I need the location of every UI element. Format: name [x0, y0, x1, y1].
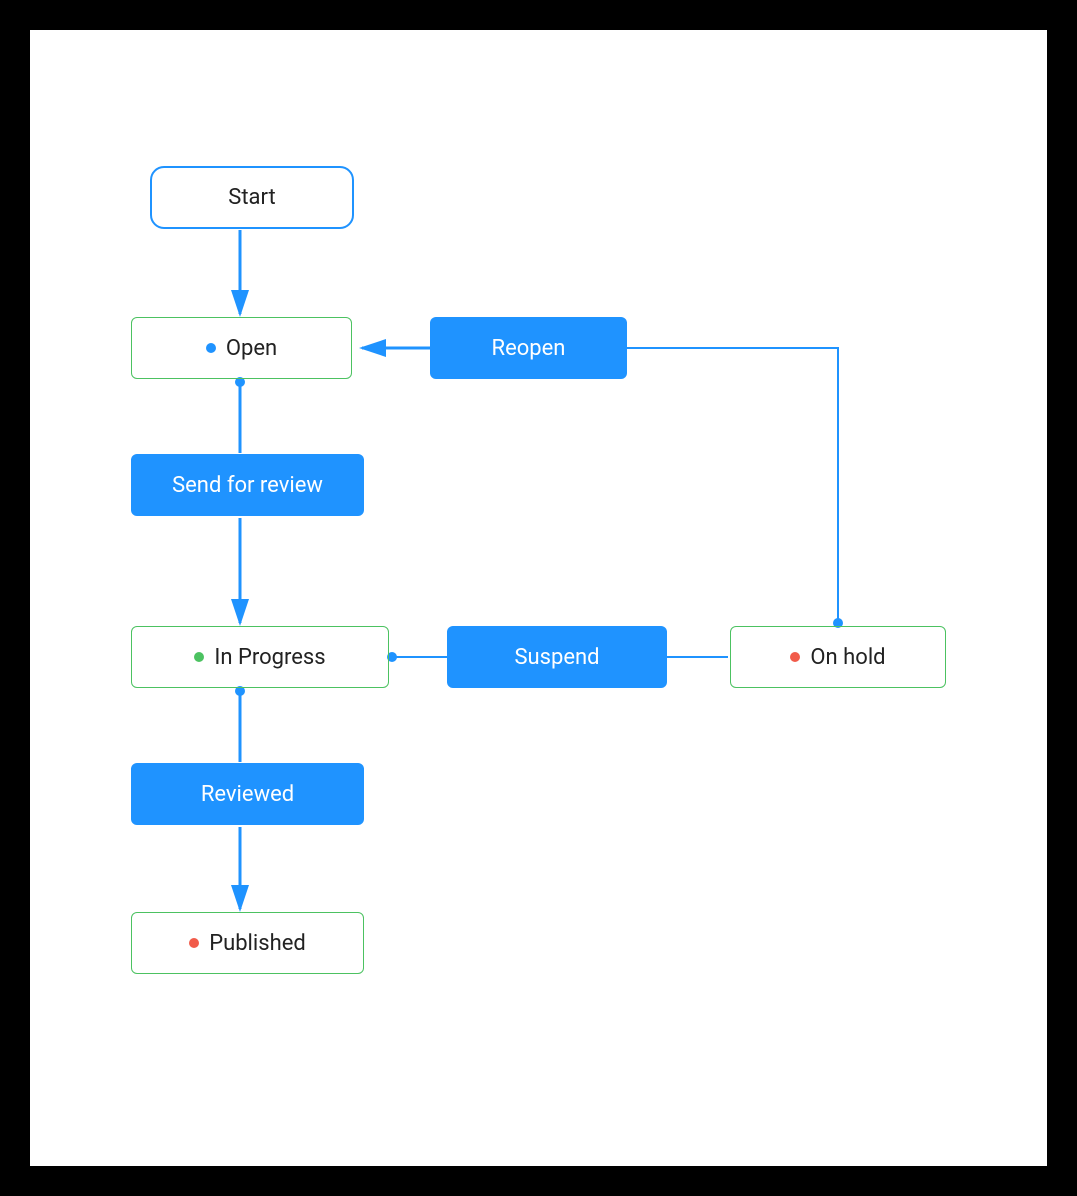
state-open: Open: [131, 317, 352, 379]
action-reopen[interactable]: Reopen: [430, 317, 627, 379]
state-on-hold-label: On hold: [810, 645, 885, 670]
flow-diagram: Start Open Reopen Send for review In Pro…: [30, 30, 1047, 1166]
state-on-hold: On hold: [730, 626, 946, 688]
start-label: Start: [228, 185, 275, 210]
action-reopen-label: Reopen: [492, 336, 566, 361]
action-suspend-label: Suspend: [514, 645, 599, 670]
action-reviewed[interactable]: Reviewed: [131, 763, 364, 825]
state-open-label: Open: [226, 336, 277, 361]
start-node: Start: [150, 166, 354, 229]
status-dot-red-icon: [790, 652, 800, 662]
state-in-progress: In Progress: [131, 626, 389, 688]
action-send-for-review[interactable]: Send for review: [131, 454, 364, 516]
action-send-for-review-label: Send for review: [172, 473, 323, 498]
state-published: Published: [131, 912, 364, 974]
action-suspend[interactable]: Suspend: [447, 626, 667, 688]
action-reviewed-label: Reviewed: [201, 782, 294, 807]
status-dot-red-icon: [189, 938, 199, 948]
status-dot-blue-icon: [206, 343, 216, 353]
state-published-label: Published: [209, 931, 306, 956]
status-dot-green-icon: [194, 652, 204, 662]
state-in-progress-label: In Progress: [214, 645, 325, 670]
